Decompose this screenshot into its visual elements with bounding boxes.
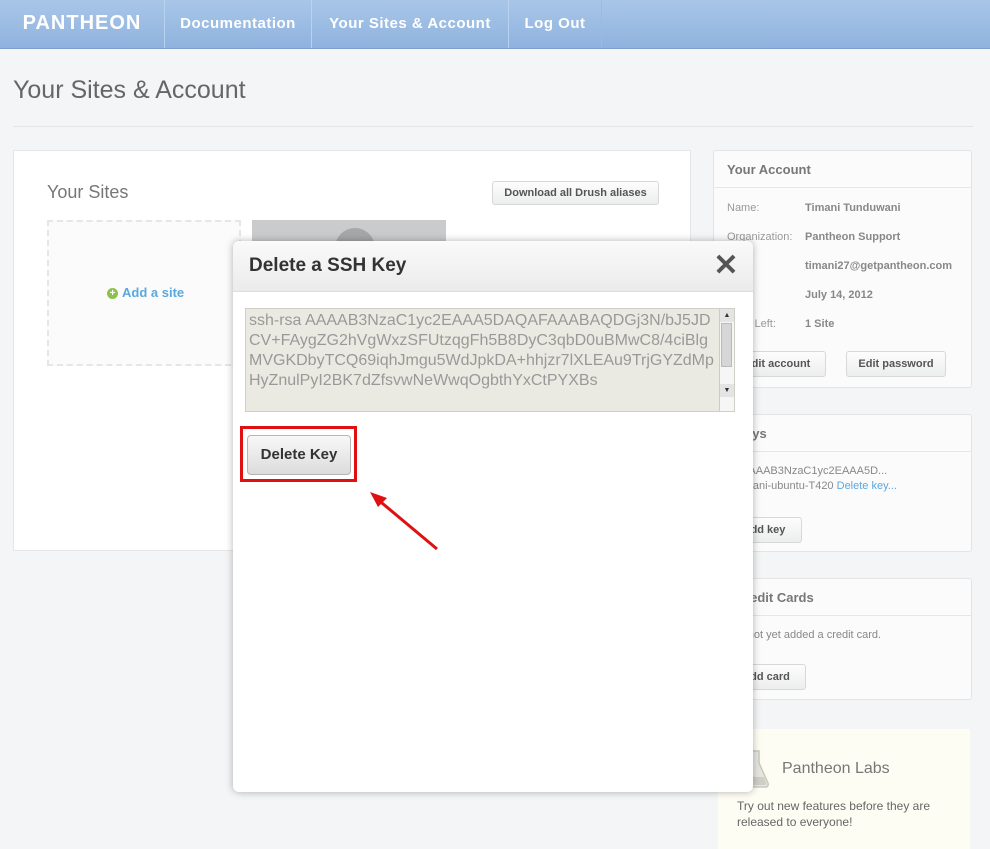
close-icon[interactable]: ✕ — [713, 251, 739, 281]
scroll-up-icon[interactable]: ▲ — [720, 309, 734, 322]
field-value: 1 Site — [805, 318, 835, 330]
highlight-box — [240, 426, 357, 482]
plus-icon: + — [107, 288, 118, 299]
top-nav: PANTHEON Documentation Your Sites & Acco… — [0, 0, 990, 49]
delete-ssh-key-modal: Delete a SSH Key ✕ ssh-rsa AAAAB3NzaC1yc… — [233, 241, 753, 792]
nav-log-out[interactable]: Log Out — [508, 0, 602, 48]
field-label: Name: — [727, 202, 760, 214]
nav-your-sites-account[interactable]: Your Sites & Account — [311, 0, 509, 48]
edit-password-button[interactable]: Edit password — [846, 351, 946, 377]
page-title: Your Sites & Account — [13, 76, 246, 104]
modal-header: Delete a SSH Key ✕ — [233, 241, 753, 292]
labs-description: Try out new features before they are rel… — [737, 799, 930, 829]
add-site-label: Add a site — [122, 285, 185, 300]
scroll-down-icon[interactable]: ▼ — [720, 384, 734, 397]
scroll-thumb[interactable] — [721, 323, 732, 367]
labs-title: Pantheon Labs — [782, 760, 890, 777]
download-drush-aliases-button[interactable]: Download all Drush aliases — [492, 181, 659, 205]
delete-key-link[interactable]: Delete key... — [837, 480, 897, 492]
field-value: Pantheon Support — [805, 231, 901, 243]
ssh-key-textarea[interactable]: ssh-rsa AAAAB3NzaC1yc2EAAA5DAQAFAAABAQDG… — [245, 308, 735, 412]
field-value: July 14, 2012 — [805, 289, 873, 301]
textarea-scrollbar[interactable]: ▲ ▼ — [719, 309, 734, 411]
logo-text: PANTHEON — [22, 12, 142, 34]
add-site-card[interactable]: + Add a site — [47, 220, 241, 366]
pantheon-logo[interactable]: PANTHEON — [0, 0, 165, 48]
nav-documentation[interactable]: Documentation — [164, 0, 312, 48]
annotation-arrow-icon — [370, 492, 438, 551]
divider — [13, 126, 973, 127]
field-value: timani27@getpantheon.com — [805, 260, 953, 272]
sites-title: Your Sites — [47, 182, 129, 202]
modal-title: Delete a SSH Key — [249, 255, 407, 276]
field-value: Timani Tunduwani — [805, 202, 901, 214]
account-panel-title: Your Account — [714, 151, 971, 188]
add-site-link[interactable]: + Add a site — [107, 285, 184, 300]
ssh-key-text: ssh-rsa AAAAB3NzaC1yc2EAAA5DAQAFAAABAQDG… — [249, 312, 714, 389]
pantheon-labs-panel: Pantheon Labs Try out new features befor… — [718, 729, 970, 849]
